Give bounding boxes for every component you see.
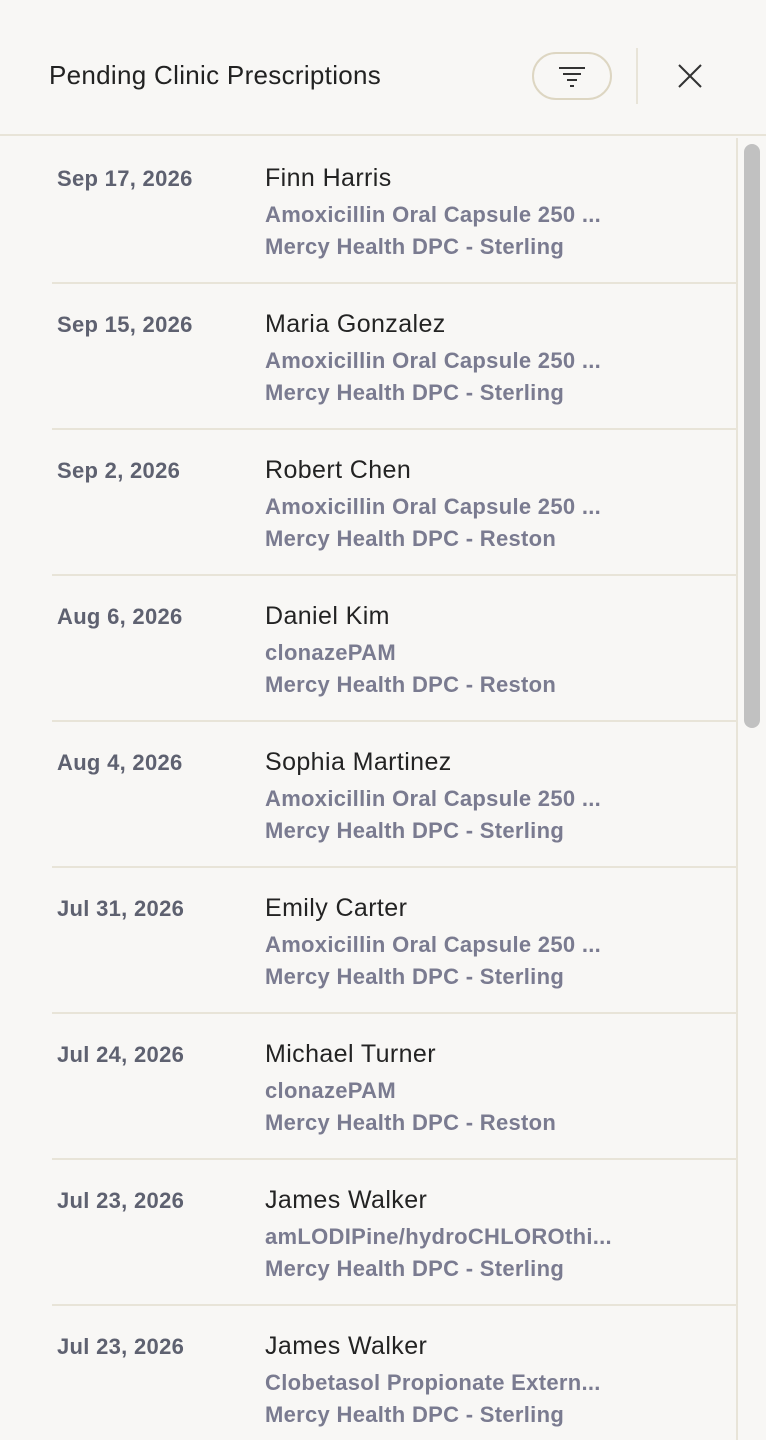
filter-icon — [559, 67, 585, 87]
list-item[interactable]: Jul 23, 2026 James Walker amLODIPine/hyd… — [52, 1160, 736, 1306]
patient-name: Robert Chen — [265, 456, 412, 484]
clinic-name: Mercy Health DPC - Reston — [265, 1110, 557, 1135]
prescription-date: Jul 23, 2026 — [57, 1334, 185, 1359]
list-item[interactable]: Jul 24, 2026 Michael Turner clonazePAM M… — [52, 1014, 736, 1160]
patient-name: Daniel Kim — [265, 602, 390, 630]
list-item[interactable]: Sep 2, 2026 Robert Chen Amoxicillin Oral… — [52, 430, 736, 576]
prescription-date: Sep 17, 2026 — [57, 166, 193, 191]
drug-name: clonazePAM — [265, 1078, 396, 1103]
patient-name: Sophia Martinez — [265, 748, 452, 776]
clinic-name: Mercy Health DPC - Sterling — [265, 1402, 565, 1427]
patient-name: Michael Turner — [265, 1040, 436, 1068]
clinic-name: Mercy Health DPC - Reston — [265, 672, 557, 697]
list-item[interactable]: Jul 23, 2026 James Walker Clobetasol Pro… — [52, 1306, 736, 1440]
drug-name: Amoxicillin Oral Capsule 250 ... — [265, 494, 602, 519]
close-icon — [678, 64, 702, 88]
prescription-date: Jul 31, 2026 — [57, 896, 185, 921]
scrollbar-thumb[interactable] — [744, 144, 760, 728]
drug-name: Amoxicillin Oral Capsule 250 ... — [265, 202, 602, 227]
clinic-name: Mercy Health DPC - Sterling — [265, 1256, 565, 1281]
drug-name: Amoxicillin Oral Capsule 250 ... — [265, 786, 602, 811]
filter-button[interactable] — [532, 52, 612, 100]
prescription-list: Sep 17, 2026 Finn Harris Amoxicillin Ora… — [0, 138, 738, 1440]
prescription-date: Sep 2, 2026 — [57, 458, 181, 483]
drug-name: clonazePAM — [265, 640, 396, 665]
prescription-date: Aug 6, 2026 — [57, 604, 183, 629]
panel-header: Pending Clinic Prescriptions — [0, 0, 766, 136]
prescription-date: Sep 15, 2026 — [57, 312, 193, 337]
list-item[interactable]: Sep 17, 2026 Finn Harris Amoxicillin Ora… — [52, 138, 736, 284]
patient-name: Maria Gonzalez — [265, 310, 446, 338]
page-title: Pending Clinic Prescriptions — [49, 60, 382, 90]
header-divider — [636, 48, 638, 104]
list-item[interactable]: Aug 6, 2026 Daniel Kim clonazePAM Mercy … — [52, 576, 736, 722]
prescription-date: Jul 23, 2026 — [57, 1188, 185, 1213]
clinic-name: Mercy Health DPC - Sterling — [265, 818, 565, 843]
prescription-date: Aug 4, 2026 — [57, 750, 183, 775]
list-item[interactable]: Sep 15, 2026 Maria Gonzalez Amoxicillin … — [52, 284, 736, 430]
patient-name: Emily Carter — [265, 894, 408, 922]
clinic-name: Mercy Health DPC - Sterling — [265, 964, 565, 989]
drug-name: amLODIPine/hydroCHLOROthi... — [265, 1224, 612, 1249]
list-item[interactable]: Jul 31, 2026 Emily Carter Amoxicillin Or… — [52, 868, 736, 1014]
patient-name: James Walker — [265, 1332, 428, 1360]
prescription-date: Jul 24, 2026 — [57, 1042, 185, 1067]
drug-name: Clobetasol Propionate Extern... — [265, 1370, 601, 1395]
patient-name: James Walker — [265, 1186, 428, 1214]
drug-name: Amoxicillin Oral Capsule 250 ... — [265, 932, 602, 957]
close-button[interactable] — [670, 56, 710, 96]
drug-name: Amoxicillin Oral Capsule 250 ... — [265, 348, 602, 373]
list-item[interactable]: Aug 4, 2026 Sophia Martinez Amoxicillin … — [52, 722, 736, 868]
clinic-name: Mercy Health DPC - Sterling — [265, 234, 565, 259]
clinic-name: Mercy Health DPC - Sterling — [265, 380, 565, 405]
patient-name: Finn Harris — [265, 164, 392, 192]
clinic-name: Mercy Health DPC - Reston — [265, 526, 557, 551]
